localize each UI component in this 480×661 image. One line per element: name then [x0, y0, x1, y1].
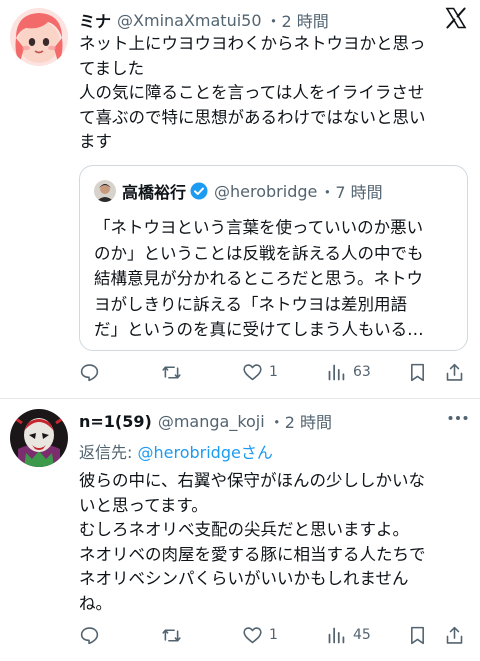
retweet-button[interactable] — [161, 622, 188, 648]
reply-button[interactable] — [79, 359, 106, 385]
text-line: ます — [79, 132, 112, 152]
tweet-text: ネット上にウヨウヨわくからネトウヨかと思っ てました 人の気に障ることを言っては… — [79, 32, 464, 155]
text-line: ネット上にウヨウヨわくからネトウヨかと思っ — [79, 34, 426, 53]
more-options-icon[interactable] — [446, 409, 470, 427]
text-line: のか」ということは反戦を訴える人の中でも — [94, 243, 424, 263]
text-line: ね。 — [79, 593, 112, 613]
views-button[interactable]: 45 — [326, 622, 371, 648]
quoted-author-name: 高橋裕行 — [122, 183, 187, 202]
share-icon — [446, 363, 463, 381]
reply-button[interactable] — [79, 622, 106, 648]
text-line: だ」というのを真に受けてしまう人もいる… — [94, 320, 424, 339]
text-line: 「ネトウヨという言葉を使っていいのか悪い — [94, 218, 424, 237]
avatar[interactable] — [10, 8, 68, 66]
author-handle[interactable]: @XminaXmatui50 — [117, 11, 262, 30]
views-count: 45 — [353, 627, 371, 643]
like-button[interactable]: 1 — [242, 622, 278, 648]
bookmark-button[interactable] — [407, 622, 428, 648]
reply-to-mention-link[interactable]: @herobridge — [137, 443, 240, 462]
views-chart-icon — [328, 364, 345, 380]
share-button[interactable] — [444, 359, 465, 385]
action-bar: 1 45 — [79, 622, 466, 648]
tweet-text: 彼らの中に、右翼や保守がほんの少ししかいな いと思ってます。 むしろネオリベ支配… — [79, 469, 464, 617]
text-line: て喜ぶので特に思想があるわけではないと思い — [79, 107, 426, 127]
tweet-2[interactable]: n=1(59) @manga_koji ・2 時間 返信先: @herobrid… — [0, 399, 480, 661]
author-name[interactable]: n=1(59) — [79, 412, 152, 431]
views-count: 63 — [353, 364, 371, 380]
text-line: ネオリベの肉屋を愛する豚に相当する人たちで — [79, 544, 426, 564]
tweet-header: ミナ @XminaXmatui50 ・2 時間 — [79, 8, 440, 32]
text-line: いと思ってます。 — [79, 495, 208, 515]
tweet-header: n=1(59) @manga_koji ・2 時間 — [79, 409, 440, 433]
share-button[interactable] — [444, 622, 465, 648]
heart-icon — [243, 626, 262, 643]
action-bar: 1 63 — [79, 359, 466, 385]
text-line: 彼らの中に、右翼や保守がほんの少ししかいな — [79, 471, 426, 490]
reply-to-line: 返信先: @herobridgeさん — [79, 439, 273, 463]
quoted-tweet[interactable]: 高橋裕行 @herobridge ・7 時間 「ネトウヨという言葉を使っていいの… — [79, 165, 468, 351]
quoted-author-handle: @herobridge — [214, 181, 318, 201]
reply-icon — [80, 626, 99, 644]
author-name[interactable]: ミナ — [79, 8, 111, 32]
quoted-tweet-text: 「ネトウヨという言葉を使っていいのか悪い のか」ということは反戦を訴える人の中で… — [94, 215, 457, 343]
bookmark-icon — [411, 363, 424, 381]
text-line: ネオリベシンパくらいがいいかもしれません — [79, 569, 409, 589]
x-logo-icon[interactable] — [444, 6, 468, 30]
bookmark-button[interactable] — [407, 359, 428, 385]
text-line: ヨがしきりに訴える「ネトウヨは差別用語 — [94, 294, 408, 314]
quoted-avatar — [94, 180, 116, 202]
author-handle[interactable]: @manga_koji — [158, 412, 265, 431]
reply-to-label: 返信先: — [79, 443, 138, 462]
share-icon — [446, 626, 463, 644]
bookmark-icon — [411, 626, 424, 644]
retweet-icon — [162, 628, 181, 642]
text-line: てました — [79, 58, 145, 78]
text-line: 人の気に障ることを言っては人をイライラさせ — [79, 83, 425, 103]
views-chart-icon — [328, 627, 345, 643]
like-button[interactable]: 1 — [242, 359, 278, 385]
timestamp[interactable]: ・2 時間 — [269, 409, 332, 433]
heart-icon — [243, 363, 262, 380]
like-count: 1 — [269, 364, 278, 380]
avatar[interactable] — [10, 409, 68, 467]
views-button[interactable]: 63 — [326, 359, 371, 385]
retweet-icon — [162, 365, 181, 379]
text-line: 結構意見が分かれるところだと思う。ネトウ — [94, 269, 424, 288]
reply-icon — [80, 363, 99, 381]
tweet-1[interactable]: ミナ @XminaXmatui50 ・2 時間 ネット上にウヨウヨわくからネトウ… — [0, 0, 480, 398]
quoted-tweet-header: 高橋裕行 @herobridge ・7 時間 — [94, 180, 383, 202]
text-line: むしろネオリベ支配の尖兵だと思いますよ。 — [79, 520, 409, 540]
quoted-timestamp: ・7 時間 — [319, 183, 383, 202]
retweet-button[interactable] — [161, 359, 188, 385]
reply-to-suffix: さん — [240, 443, 273, 462]
verified-badge-icon — [190, 182, 208, 200]
timestamp[interactable]: ・2 時間 — [266, 8, 329, 32]
like-count: 1 — [269, 627, 278, 643]
